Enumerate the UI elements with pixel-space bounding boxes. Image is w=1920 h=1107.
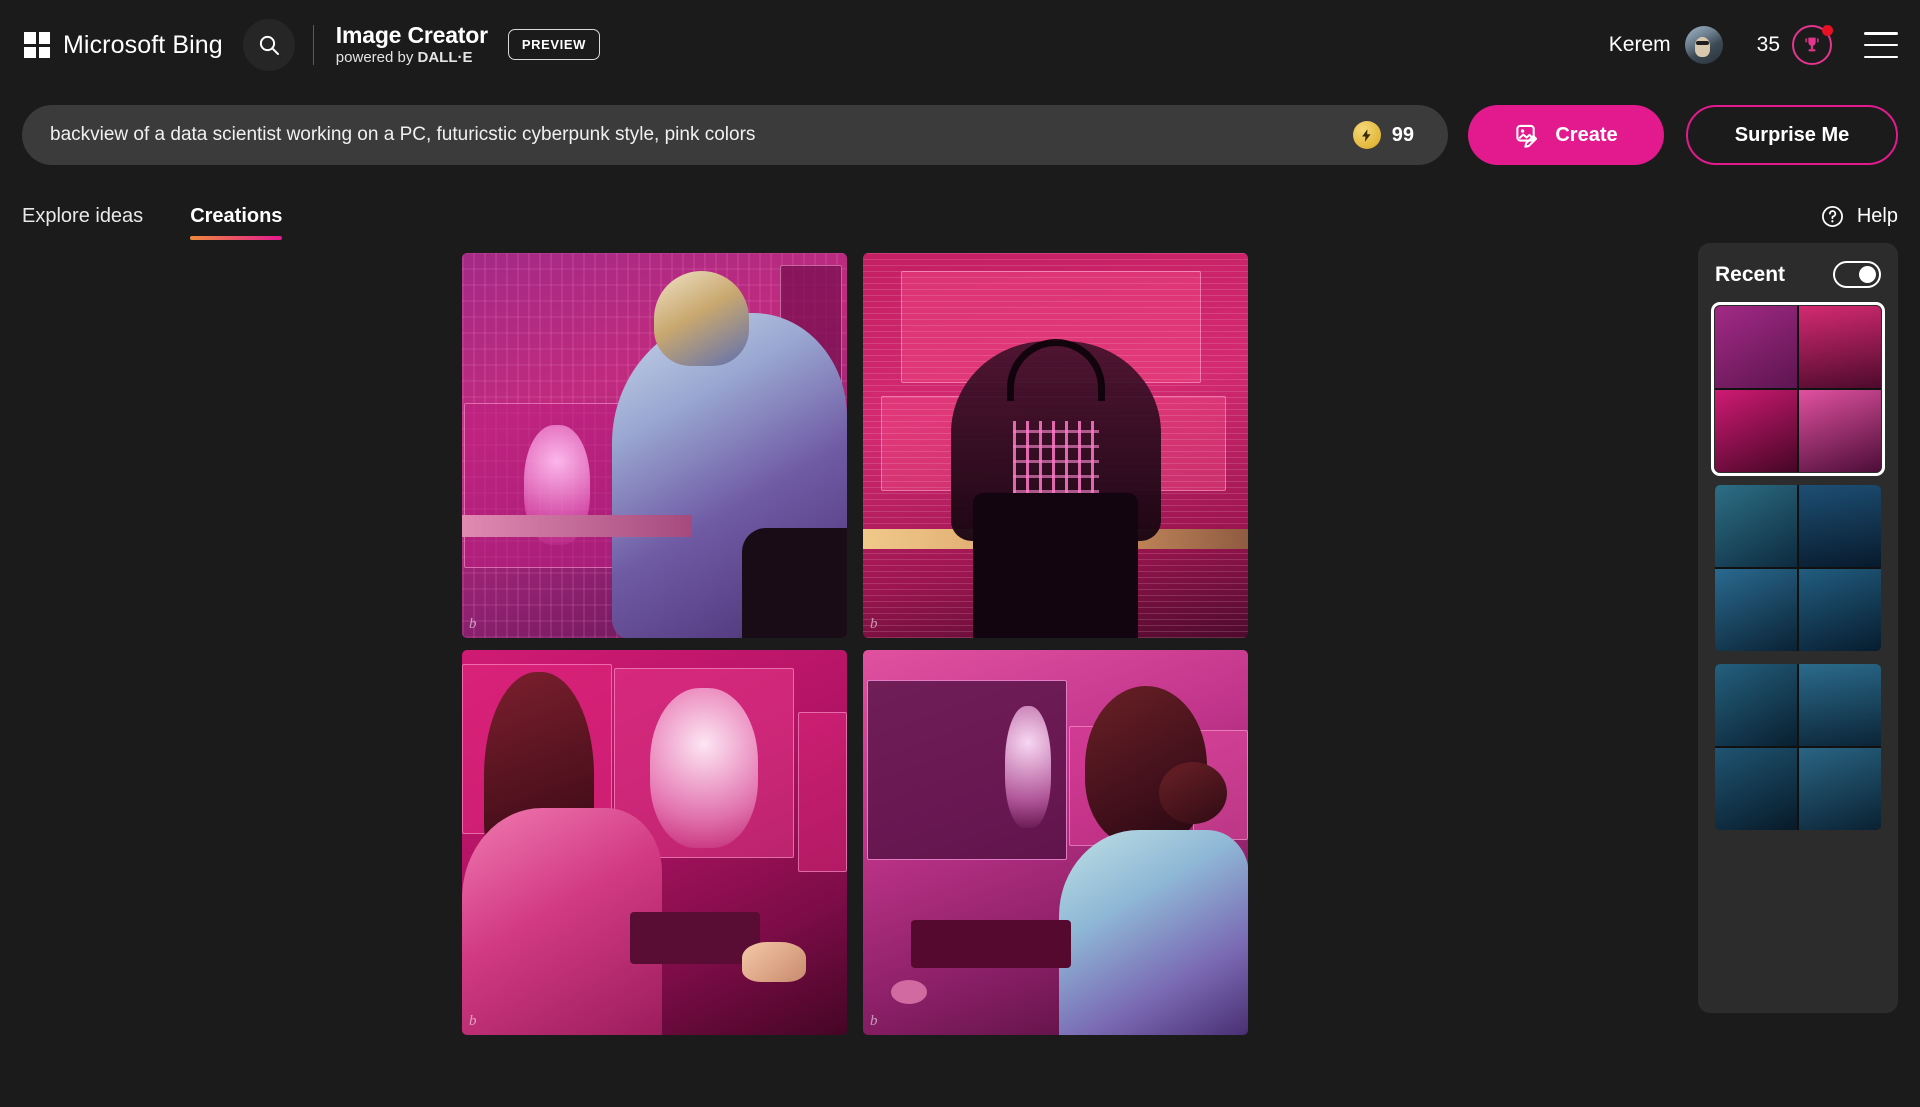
boost-count: 99	[1391, 123, 1414, 146]
boost-coin-icon	[1352, 121, 1381, 149]
create-button[interactable]: Create	[1468, 105, 1664, 165]
recent-thumb-1-q1	[1715, 306, 1797, 388]
art3-wireframe-figure	[650, 688, 758, 848]
recent-thumb-3-q1	[1715, 664, 1797, 746]
art4-mouse	[891, 980, 927, 1004]
tab-creations[interactable]: Creations	[190, 205, 283, 240]
trophy-glyph	[1805, 37, 1819, 52]
surprise-me-button[interactable]: Surprise Me	[1686, 105, 1898, 165]
art3-hand	[742, 942, 806, 982]
question-circle-icon	[1821, 205, 1843, 227]
microsoft-squares-icon	[24, 32, 50, 58]
bing-watermark: b	[469, 616, 477, 632]
recent-thumb-2-q1	[1715, 485, 1797, 567]
main-content: b b b b Recent	[0, 243, 1920, 1058]
help-label: Help	[1856, 204, 1898, 227]
tab-explore-ideas[interactable]: Explore ideas	[22, 205, 143, 240]
art4-holo-figure	[1005, 706, 1051, 828]
rewards-trophy-icon[interactable]	[1792, 25, 1833, 65]
notification-dot	[1822, 25, 1833, 36]
result-image-2[interactable]: b	[863, 253, 1248, 638]
recent-header: Recent	[1715, 261, 1881, 288]
prompt-field-wrap[interactable]	[22, 105, 1337, 165]
bing-brand-logo[interactable]: Microsoft Bing	[24, 31, 223, 60]
avatar[interactable]	[1684, 26, 1723, 64]
art2-circuit-glow	[1013, 421, 1099, 493]
page-title: Image Creator	[335, 22, 488, 49]
recent-thumbnail-1[interactable]	[1711, 302, 1885, 476]
recent-thumb-2-q4	[1799, 569, 1881, 651]
image-edit-icon	[1516, 124, 1538, 148]
result-image-3[interactable]: b	[462, 650, 847, 1035]
page-subtitle: powered by DALL·E	[335, 49, 473, 67]
art4-shirt	[1059, 830, 1248, 1035]
prompt-bar: 99 Create Surprise Me	[0, 105, 1920, 165]
lightning-bolt-glyph	[1362, 128, 1371, 142]
hamburger-menu-icon[interactable]	[1864, 32, 1898, 58]
recent-toggle[interactable]	[1833, 261, 1881, 288]
bing-watermark: b	[870, 1013, 878, 1029]
art3-keyboard	[630, 912, 760, 964]
art4-keyboard	[911, 920, 1071, 968]
header-user-area: Kerem 35	[1609, 25, 1898, 65]
app-title-block: Image Creator powered by DALL·E PREVIEW	[335, 22, 601, 67]
art1-desk	[462, 515, 692, 537]
recent-thumb-3-q2	[1799, 664, 1881, 746]
art3-right-screen	[798, 712, 847, 872]
prompt-input[interactable]	[50, 124, 1337, 146]
recent-title: Recent	[1715, 262, 1786, 286]
recent-thumbnail-3[interactable]	[1715, 664, 1881, 830]
recent-thumb-3-q3	[1715, 748, 1797, 830]
search-icon	[259, 35, 279, 55]
results-grid: b b b b	[462, 253, 1248, 1035]
rewards-points: 35	[1756, 33, 1780, 56]
tab-bar: Explore ideas Creations Help	[0, 201, 1920, 243]
art1-chair	[742, 528, 847, 638]
boost-credits-chip[interactable]: 99	[1336, 105, 1448, 165]
recent-thumb-3-q4	[1799, 748, 1881, 830]
recent-thumb-1-q4	[1799, 390, 1881, 472]
header-divider	[312, 25, 314, 65]
art4-bun	[1159, 762, 1227, 824]
recent-thumb-1-q3	[1715, 390, 1797, 472]
recent-thumb-2-q3	[1715, 569, 1797, 651]
art2-chair	[973, 493, 1138, 638]
recent-thumbnail-2[interactable]	[1715, 485, 1881, 651]
recent-panel: Recent	[1698, 243, 1898, 1013]
create-button-label: Create	[1555, 123, 1618, 146]
recent-thumb-2-q2	[1799, 485, 1881, 567]
app-header: Microsoft Bing Image Creator powered by …	[0, 0, 1920, 90]
preview-badge[interactable]: PREVIEW	[507, 29, 601, 61]
username-label: Kerem	[1608, 33, 1671, 56]
bing-watermark: b	[870, 616, 878, 632]
result-image-1[interactable]: b	[462, 253, 847, 638]
help-link[interactable]: Help	[1820, 204, 1898, 241]
result-image-4[interactable]: b	[863, 650, 1248, 1035]
recent-thumb-1-q2	[1799, 306, 1881, 388]
search-button[interactable]	[242, 19, 295, 71]
bing-watermark: b	[469, 1013, 477, 1029]
art1-hair	[654, 271, 749, 366]
brand-label: Microsoft Bing	[63, 30, 223, 59]
